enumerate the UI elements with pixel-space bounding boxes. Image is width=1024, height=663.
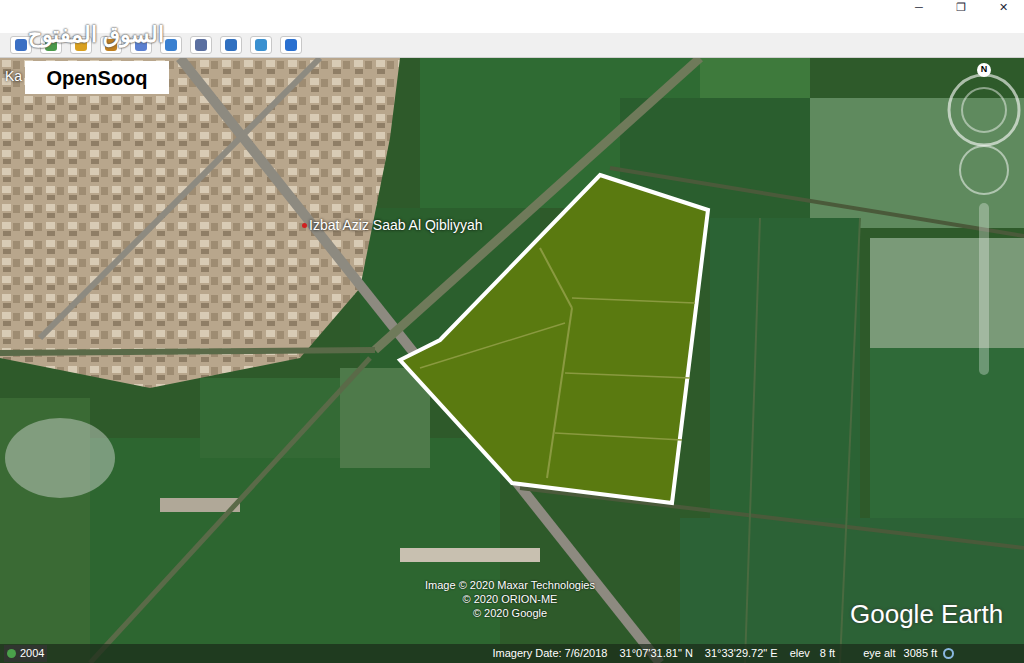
tool-icon bbox=[194, 38, 208, 52]
window-control[interactable]: ❐ bbox=[940, 0, 982, 14]
toolbar-button[interactable] bbox=[250, 36, 272, 54]
compass-north[interactable]: N bbox=[977, 63, 991, 77]
imagery-date: Imagery Date: 7/6/2018 bbox=[492, 645, 607, 662]
toolbar-button[interactable] bbox=[280, 36, 302, 54]
window-control[interactable]: ─ bbox=[898, 0, 940, 14]
satellite-imagery bbox=[0, 58, 1024, 663]
streaming-icon bbox=[943, 648, 954, 659]
place-dot-icon bbox=[302, 223, 307, 228]
attribution: Image © 2020 Maxar Technologies© 2020 OR… bbox=[380, 578, 640, 620]
place-label[interactable]: Ka bbox=[5, 66, 22, 87]
clock-icon bbox=[7, 649, 16, 658]
longitude: 31°33'29.72" E bbox=[705, 645, 778, 662]
toolbar-button[interactable] bbox=[190, 36, 212, 54]
opensooq-logo: OpenSooq bbox=[25, 61, 169, 94]
place-label[interactable]: Izbat Aziz Saab Al Qibliyyah bbox=[302, 215, 483, 236]
eye-alt-value: 3085 ft bbox=[904, 645, 938, 662]
elev-label: elev bbox=[790, 645, 810, 662]
map-view[interactable]: OpenSooqKa Izbat Aziz Saab Al Qibliyyah N I… bbox=[0, 58, 1024, 663]
toolbar-button[interactable] bbox=[220, 36, 242, 54]
tool-icon bbox=[224, 38, 238, 52]
google-earth-brand: Google Earth bbox=[850, 595, 1003, 634]
google-earth-window: ─❐✕ السوق المفتوح OpenSooqKa Izbat Aziz Saa… bbox=[0, 0, 1024, 663]
tool-icon bbox=[284, 38, 298, 52]
tool-icon bbox=[14, 38, 28, 52]
window-control[interactable]: ✕ bbox=[982, 0, 1024, 14]
watermark-text: السوق المفتوح bbox=[28, 18, 164, 51]
eye-alt-label: eye alt bbox=[863, 645, 895, 662]
status-bar: 2004 Imagery Date: 7/6/2018 31°07'31.81" N… bbox=[0, 644, 1024, 663]
elev-value: 8 ft bbox=[820, 645, 835, 662]
latitude: 31°07'31.81" N bbox=[619, 645, 692, 662]
tool-icon bbox=[254, 38, 268, 52]
tool-icon bbox=[164, 38, 178, 52]
history-year[interactable]: 2004 bbox=[4, 645, 47, 662]
